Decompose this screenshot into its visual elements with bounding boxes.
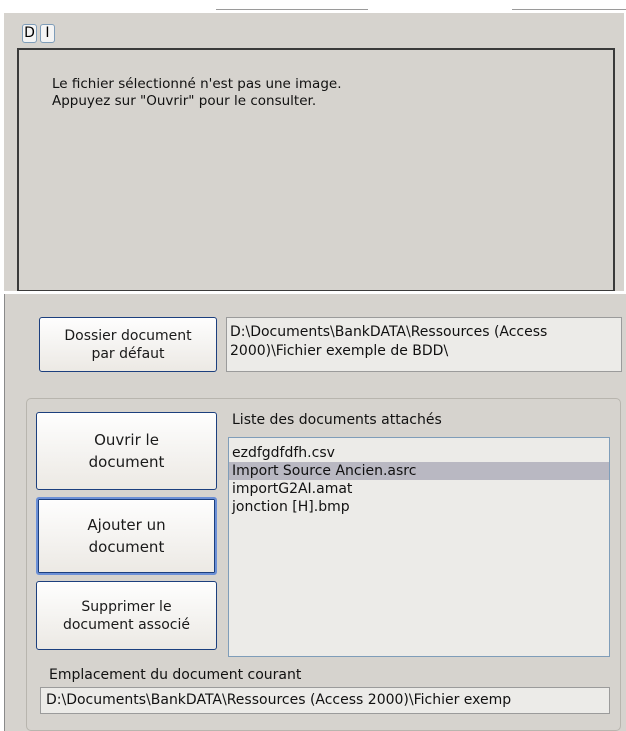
list-item[interactable]: importG2AI.amat <box>229 480 609 498</box>
preview-message-line-1: Le fichier sélectionné n'est pas une ima… <box>52 76 342 92</box>
attached-documents-list[interactable]: ezdfgdfdfh.csv Import Source Ancien.asrc i… <box>228 437 610 657</box>
top-strip <box>0 0 626 12</box>
current-location-path: D:\Documents\BankDATA\Ressources (Access… <box>40 687 610 714</box>
default-folder-button[interactable]: Dossier document par défaut <box>39 317 217 372</box>
current-location-label: Emplacement du document courant <box>49 667 302 683</box>
divider <box>216 9 368 10</box>
preview-area: Le fichier sélectionné n'est pas une ima… <box>17 48 615 292</box>
default-folder-button-label: Dossier document par défaut <box>64 327 192 362</box>
list-item[interactable]: jonction [H].bmp <box>229 498 609 516</box>
add-document-button[interactable]: Ajouter un document <box>36 497 217 575</box>
d-button[interactable]: D <box>22 24 37 43</box>
list-item[interactable]: Import Source Ancien.asrc <box>229 462 609 480</box>
open-document-button[interactable]: Ouvrir le document <box>36 412 217 490</box>
attached-list-title: Liste des documents attachés <box>232 412 442 428</box>
list-item[interactable]: ezdfgdfdfh.csv <box>229 444 609 462</box>
default-folder-path: D:\Documents\BankDATA\Ressources (Access… <box>226 317 622 372</box>
preview-panel: D I Le fichier sélectionné n'est pas une… <box>4 12 624 292</box>
preview-message-line-2: Appuyez sur "Ouvrir" pour le consulter. <box>52 93 317 109</box>
delete-document-label: Supprimer le document associé <box>62 598 191 633</box>
divider <box>512 9 626 10</box>
open-document-label: Ouvrir le document <box>88 431 165 471</box>
i-button[interactable]: I <box>40 24 55 43</box>
delete-document-button[interactable]: Supprimer le document associé <box>36 581 217 650</box>
add-document-label: Ajouter un document <box>87 516 166 556</box>
